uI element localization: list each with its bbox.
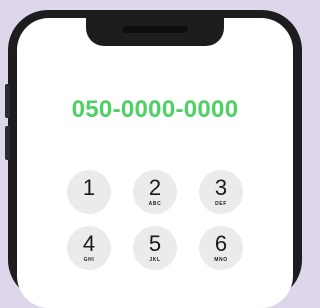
- key-3[interactable]: 3 DEF: [199, 170, 243, 214]
- phone-screen: 050-0000-0000 1 2 ABC 3 DEF 4 GHI 5 JKL: [17, 18, 293, 308]
- volume-up-button: [5, 84, 10, 118]
- key-digit: 1: [82, 175, 96, 200]
- speaker-grille: [122, 26, 188, 33]
- key-letters: DEF: [215, 201, 227, 207]
- key-digit: 4: [82, 231, 96, 256]
- dial-keypad: 1 2 ABC 3 DEF 4 GHI 5 JKL 6 MNO: [67, 170, 243, 270]
- key-letters: ABC: [148, 201, 162, 207]
- key-digit: 2: [148, 175, 162, 200]
- key-digit: 6: [214, 231, 228, 256]
- key-digit: 5: [148, 231, 162, 256]
- key-1[interactable]: 1: [67, 170, 111, 214]
- key-digit: 3: [214, 175, 228, 200]
- notch: [86, 18, 224, 46]
- volume-down-button: [5, 126, 10, 160]
- key-5[interactable]: 5 JKL: [133, 226, 177, 270]
- phone-frame: 050-0000-0000 1 2 ABC 3 DEF 4 GHI 5 JKL: [5, 10, 302, 308]
- key-4[interactable]: 4 GHI: [67, 226, 111, 270]
- key-2[interactable]: 2 ABC: [133, 170, 177, 214]
- dialed-number: 050-0000-0000: [71, 96, 239, 123]
- key-6[interactable]: 6 MNO: [199, 226, 243, 270]
